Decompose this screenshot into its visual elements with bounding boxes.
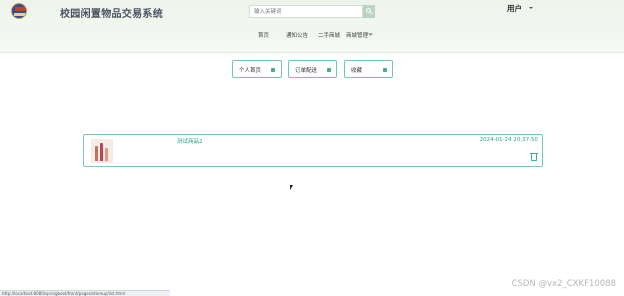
lipstick-shape: [105, 148, 108, 161]
chevron-down-icon[interactable]: [368, 31, 373, 36]
tab-label: 订单配送: [295, 68, 318, 74]
trash-icon[interactable]: [531, 154, 537, 161]
lipstick-shape: [100, 143, 103, 161]
site-title: 校园闲置物品交易系统: [60, 9, 163, 20]
tab-favorites[interactable]: 收藏: [344, 60, 393, 78]
tab-label: 收藏: [351, 68, 363, 74]
tab-order-delivery[interactable]: 订单配送: [288, 60, 337, 78]
home-icon: [271, 68, 275, 72]
search-button[interactable]: [363, 5, 375, 18]
star-icon: [383, 68, 387, 72]
user-menu[interactable]: 用户: [507, 3, 522, 14]
item-time: 2024-01-24 20:37:50: [479, 137, 538, 143]
status-bar: http://localhost:8080/springboot/front/p…: [0, 290, 170, 296]
logo[interactable]: [11, 3, 27, 19]
caret-down-icon[interactable]: [529, 7, 533, 9]
watermark: CSDN @vx2_CXKF10088: [511, 279, 616, 289]
search-input[interactable]: [249, 5, 363, 18]
product-image[interactable]: [91, 139, 113, 163]
nav-home[interactable]: 首页: [258, 31, 269, 39]
nav-market[interactable]: 二手商城: [318, 31, 340, 39]
header: 校园闲置物品交易系统 用户 首页 通知公告 二手商城 商城管理: [0, 0, 624, 52]
nav-notice[interactable]: 通知公告: [286, 31, 308, 39]
tab-personal-home[interactable]: 个人首页: [232, 60, 282, 78]
item-name[interactable]: 测试商品2: [177, 137, 203, 145]
favorite-item-card[interactable]: 测试商品2 2024-01-24 20:37:50: [83, 134, 543, 167]
tab-label: 个人首页: [239, 68, 262, 74]
page: 校园闲置物品交易系统 用户 首页 通知公告 二手商城 商城管理 个人首页 订单配…: [0, 0, 624, 296]
header-divider: [0, 52, 624, 53]
search-icon-handle: [370, 12, 373, 15]
order-icon: [327, 68, 331, 72]
logo-roof: [15, 7, 25, 11]
mouse-cursor: [290, 185, 293, 190]
nav-mall-management[interactable]: 商城管理: [346, 31, 368, 39]
logo-base: [14, 13, 26, 16]
lipstick-shape: [95, 146, 98, 161]
